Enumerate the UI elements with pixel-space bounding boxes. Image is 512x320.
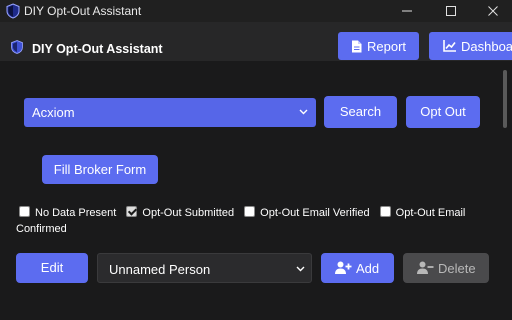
- shield-icon: [6, 3, 20, 19]
- edit-person-button[interactable]: Edit: [16, 253, 88, 283]
- fill-broker-form-button[interactable]: Fill Broker Form: [42, 155, 158, 184]
- scrollbar-thumb[interactable]: [503, 70, 507, 128]
- status-checkboxes: No Data Present Opt-Out Submitted Opt-Ou…: [16, 205, 486, 237]
- checkbox-opt-out-submitted[interactable]: [126, 206, 138, 217]
- maximize-button[interactable]: [428, 0, 474, 22]
- dashboard-label: Dashboard: [461, 39, 512, 54]
- person-select-value: Unnamed Person: [109, 262, 211, 277]
- add-label: Add: [356, 261, 380, 276]
- fill-broker-form-label: Fill Broker Form: [53, 162, 147, 177]
- report-label: Report: [367, 39, 407, 54]
- minimize-button[interactable]: [384, 0, 430, 22]
- chart-icon: [443, 40, 456, 52]
- checkbox-label: Opt-Out Email Verified: [260, 207, 370, 219]
- report-icon: [352, 40, 362, 53]
- window-title: DIY Opt-Out Assistant: [24, 4, 142, 18]
- search-button[interactable]: Search: [324, 96, 397, 128]
- opt-out-label: Opt Out: [420, 104, 466, 119]
- close-button[interactable]: [470, 0, 512, 22]
- search-label: Search: [339, 104, 382, 119]
- checkbox-no-data-present[interactable]: [19, 206, 30, 217]
- app-header: DIY Opt-Out Assistant Report Dashboard: [0, 22, 512, 61]
- minimize-icon: [402, 10, 412, 12]
- user-remove-icon: [417, 261, 434, 274]
- checkbox-label: Opt-Out Submitted: [142, 207, 235, 219]
- close-icon: [488, 6, 498, 16]
- shield-icon: [11, 40, 23, 54]
- opt-out-button[interactable]: Opt Out: [406, 96, 480, 128]
- app-title: DIY Opt-Out Assistant: [32, 42, 163, 56]
- checkbox-email-verified[interactable]: [244, 206, 256, 217]
- broker-select[interactable]: Acxiom: [24, 98, 316, 127]
- add-person-button[interactable]: Add: [321, 253, 394, 283]
- broker-select-value: Acxiom: [32, 105, 75, 120]
- dashboard-button[interactable]: Dashboard: [429, 32, 512, 60]
- report-button[interactable]: Report: [338, 32, 419, 60]
- chevron-down-icon: [299, 109, 308, 115]
- person-select[interactable]: Unnamed Person: [97, 253, 312, 283]
- title-bar: DIY Opt-Out Assistant: [0, 0, 512, 22]
- delete-person-button[interactable]: Delete: [403, 253, 489, 283]
- edit-label: Edit: [40, 260, 64, 275]
- checkbox-label: No Data Present: [35, 207, 117, 219]
- maximize-icon: [446, 6, 456, 16]
- checkbox-email-confirmed[interactable]: [379, 206, 391, 217]
- user-add-icon: [335, 261, 352, 274]
- chevron-down-icon: [296, 266, 305, 272]
- delete-label: Delete: [438, 261, 476, 276]
